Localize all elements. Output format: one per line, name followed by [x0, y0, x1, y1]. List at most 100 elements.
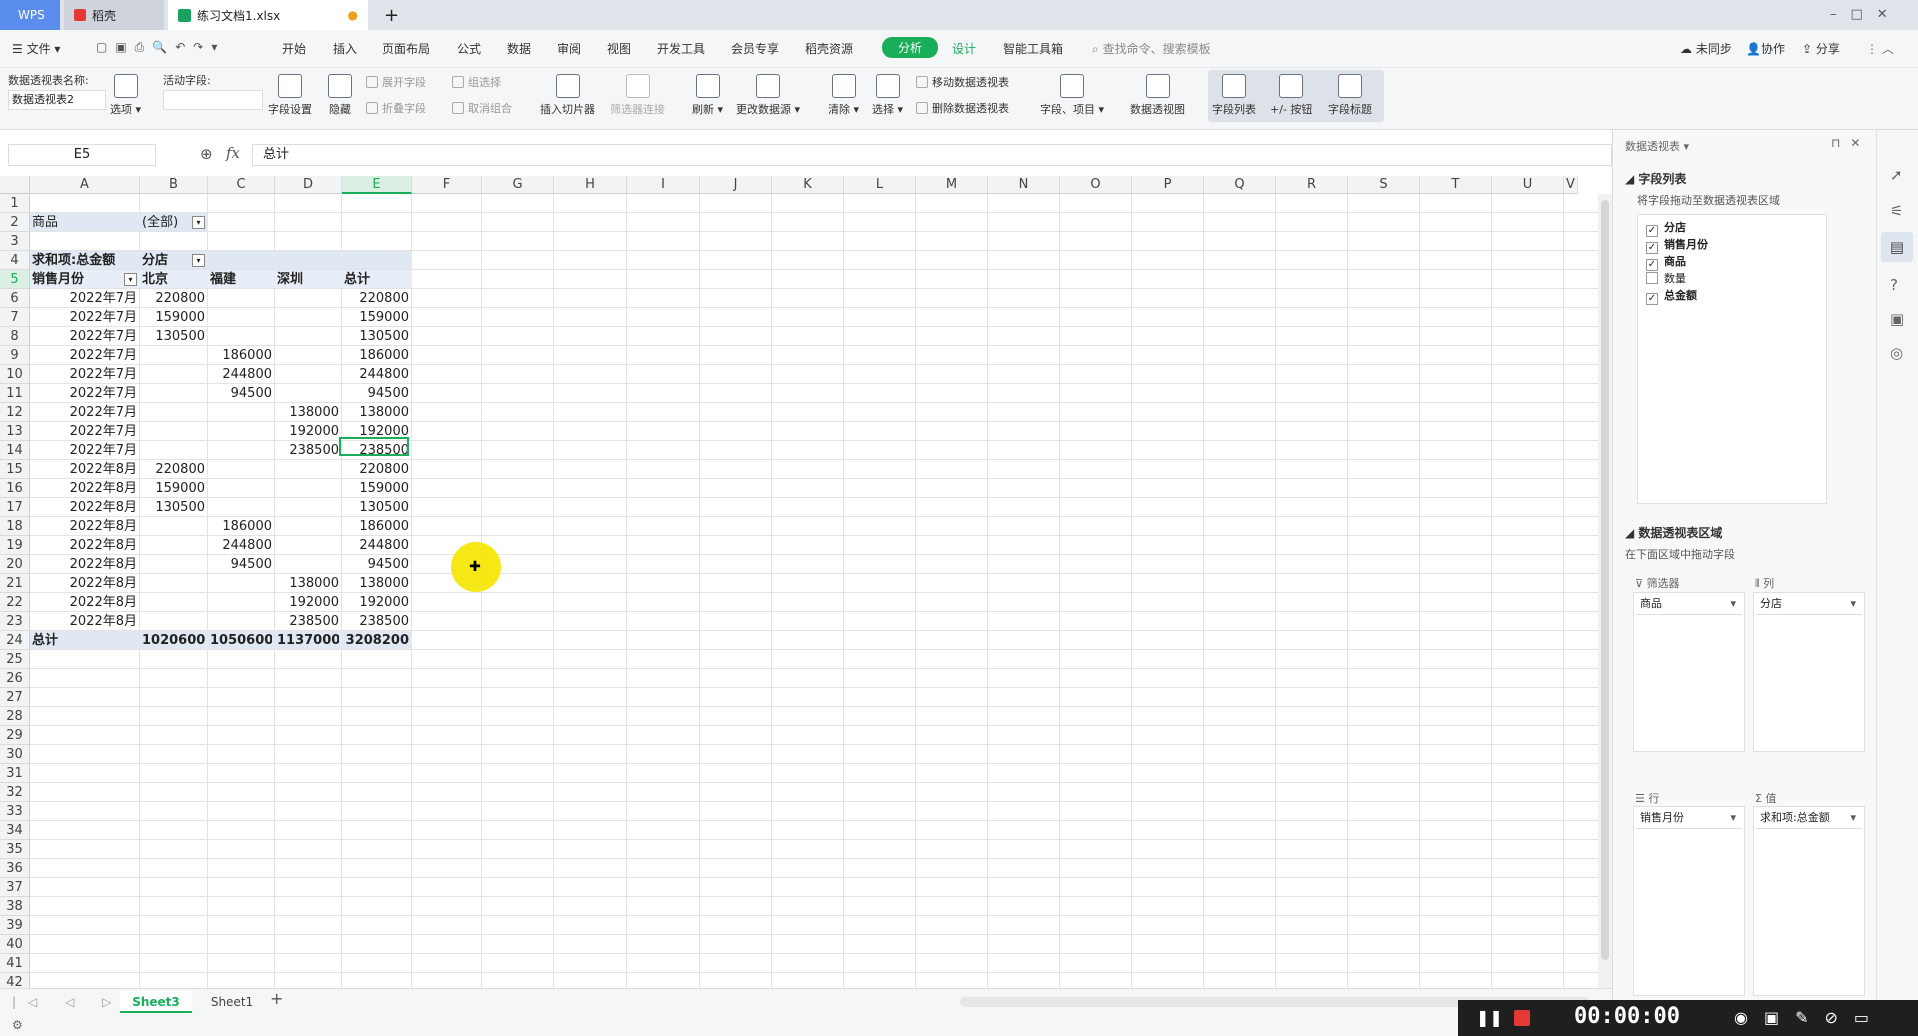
- cell-A5[interactable]: 销售月份: [32, 270, 137, 289]
- row-header[interactable]: 16: [0, 479, 30, 498]
- col-header-D[interactable]: D: [275, 176, 342, 194]
- row-header[interactable]: 33: [0, 802, 30, 821]
- sheet-tab-sheet3[interactable]: Sheet3: [120, 991, 192, 1013]
- cell-E15[interactable]: 220800: [344, 460, 409, 479]
- menu-item-design[interactable]: 设计: [952, 40, 976, 57]
- row-header[interactable]: 1: [0, 194, 30, 213]
- cell-B8[interactable]: 130500: [142, 327, 205, 346]
- menu-item-analyze[interactable]: 分析: [882, 37, 939, 58]
- field-item[interactable]: ✓ 销售月份: [1646, 236, 1818, 254]
- cell-E8[interactable]: 130500: [344, 327, 409, 346]
- cell-A14[interactable]: 2022年7月: [32, 441, 137, 460]
- tab-daoke[interactable]: 稻壳: [64, 0, 164, 30]
- field-item[interactable]: ✓ 总金额: [1646, 287, 1818, 305]
- col-header-R[interactable]: R: [1276, 176, 1348, 194]
- row-header[interactable]: 8: [0, 327, 30, 346]
- cell-D23[interactable]: 238500: [277, 612, 339, 631]
- row-header[interactable]: 41: [0, 954, 30, 973]
- cell-D22[interactable]: 192000: [277, 593, 339, 612]
- vertical-scroll-thumb[interactable]: [1601, 200, 1609, 960]
- row-header[interactable]: 23: [0, 612, 30, 631]
- row-header[interactable]: 20: [0, 555, 30, 574]
- cell-D21[interactable]: 138000: [277, 574, 339, 593]
- recorder-tool-icons[interactable]: ◉▣✎⊘▭: [1734, 1008, 1885, 1027]
- menu-item-data[interactable]: 数据: [507, 40, 531, 57]
- row-header[interactable]: 9: [0, 346, 30, 365]
- columns-area[interactable]: 分店: [1753, 592, 1865, 752]
- cell-A21[interactable]: 2022年8月: [32, 574, 137, 593]
- cell-D24[interactable]: 1137000: [277, 631, 339, 650]
- cell-A19[interactable]: 2022年8月: [32, 536, 137, 555]
- row-header[interactable]: 2: [0, 213, 30, 232]
- filter-dropdown-product[interactable]: ▾: [192, 216, 205, 229]
- row-header[interactable]: 32: [0, 783, 30, 802]
- cell-A13[interactable]: 2022年7月: [32, 422, 137, 441]
- row-header[interactable]: 29: [0, 726, 30, 745]
- cell-B16[interactable]: 159000: [142, 479, 205, 498]
- col-header-K[interactable]: K: [772, 176, 844, 194]
- cell-A23[interactable]: 2022年8月: [32, 612, 137, 631]
- row-header[interactable]: 6: [0, 289, 30, 308]
- filters-area[interactable]: 商品: [1633, 592, 1745, 752]
- col-header-U[interactable]: U: [1492, 176, 1564, 194]
- cell-D5[interactable]: 深圳: [277, 270, 339, 289]
- row-header[interactable]: 40: [0, 935, 30, 954]
- cell-E11[interactable]: 94500: [344, 384, 409, 403]
- select-button[interactable]: 选择 ▾: [872, 74, 903, 117]
- ungroup-button[interactable]: 取消组合: [452, 100, 512, 116]
- col-header-E[interactable]: E: [342, 176, 412, 194]
- menu-item-formula[interactable]: 公式: [457, 40, 481, 57]
- cell-A12[interactable]: 2022年7月: [32, 403, 137, 422]
- cell-E21[interactable]: 138000: [344, 574, 409, 593]
- sync-button[interactable]: ☁ 未同步: [1680, 40, 1732, 57]
- row-header[interactable]: 7: [0, 308, 30, 327]
- cell-C24[interactable]: 1050600: [210, 631, 272, 650]
- cell-A10[interactable]: 2022年7月: [32, 365, 137, 384]
- area-heading[interactable]: ◢ 数据透视表区域: [1625, 524, 1722, 541]
- row-header[interactable]: 12: [0, 403, 30, 422]
- pane-title[interactable]: 数据透视表 ▾: [1625, 138, 1689, 154]
- vertical-scrollbar[interactable]: [1598, 194, 1612, 988]
- expand-field-button[interactable]: 展开字段: [366, 74, 426, 90]
- row-header[interactable]: 17: [0, 498, 30, 517]
- cell-B5[interactable]: 北京: [142, 270, 205, 289]
- cell-E18[interactable]: 186000: [344, 517, 409, 536]
- group-selection-button[interactable]: 组选择: [452, 74, 501, 90]
- delete-pt-button[interactable]: 删除数据透视表: [916, 100, 1009, 116]
- col-header-S[interactable]: S: [1348, 176, 1420, 194]
- col-header-L[interactable]: L: [844, 176, 916, 194]
- cell-B24[interactable]: 1020600: [142, 631, 205, 650]
- menu-item-view[interactable]: 视图: [607, 40, 631, 57]
- row-header[interactable]: 5: [0, 270, 30, 289]
- row-header[interactable]: 21: [0, 574, 30, 593]
- stop-icon[interactable]: [1514, 1010, 1530, 1026]
- cell-E5[interactable]: 总计: [344, 270, 409, 289]
- cell-C9[interactable]: 186000: [210, 346, 272, 365]
- row-header[interactable]: 36: [0, 859, 30, 878]
- cell-C19[interactable]: 244800: [210, 536, 272, 555]
- cell-E17[interactable]: 130500: [344, 498, 409, 517]
- cell-C20[interactable]: 94500: [210, 555, 272, 574]
- menu-item-daoke[interactable]: 稻壳资源: [805, 40, 853, 57]
- menu-item-start[interactable]: 开始: [282, 40, 306, 57]
- hide-button[interactable]: 隐藏: [328, 74, 352, 117]
- cell-B7[interactable]: 159000: [142, 308, 205, 327]
- cell-A2[interactable]: 商品: [32, 213, 137, 232]
- filter-dropdown-month[interactable]: ▾: [124, 273, 137, 286]
- field-settings-button[interactable]: 字段设置: [268, 74, 312, 117]
- search-command[interactable]: ⌕ 查找命令、搜索模板: [1092, 40, 1211, 57]
- wps-tab[interactable]: WPS: [0, 0, 60, 30]
- col-header-P[interactable]: P: [1132, 176, 1204, 194]
- pause-icon[interactable]: ❚❚: [1476, 1008, 1503, 1027]
- cell-A9[interactable]: 2022年7月: [32, 346, 137, 365]
- collab-button[interactable]: 👤协作: [1746, 40, 1785, 57]
- select-all-corner[interactable]: [0, 176, 30, 194]
- filter-dropdown-branch[interactable]: ▾: [192, 254, 205, 267]
- cell-E23[interactable]: 238500: [344, 612, 409, 631]
- field-checkbox[interactable]: [1646, 272, 1658, 284]
- cell-E24[interactable]: 3208200: [344, 631, 409, 650]
- row-header[interactable]: 34: [0, 821, 30, 840]
- cell-A6[interactable]: 2022年7月: [32, 289, 137, 308]
- cell-D14[interactable]: 238500: [277, 441, 339, 460]
- cell-C5[interactable]: 福建: [210, 270, 272, 289]
